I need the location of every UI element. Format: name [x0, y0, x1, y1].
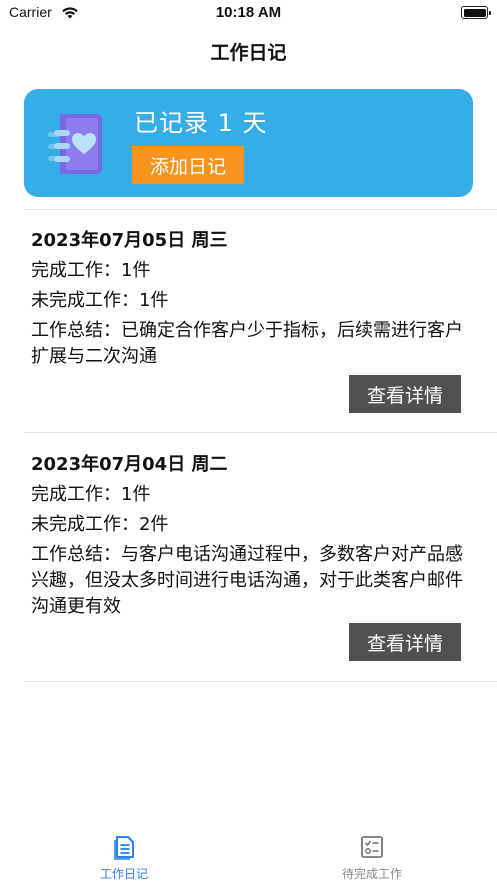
checklist-icon [361, 836, 383, 858]
tab-bar: 工作日记 待完成工作 [0, 830, 497, 883]
record-summary-banner: 已记录 1 天 添加日记 [24, 89, 473, 197]
entry-date: 2023年07月05日 周三 [31, 230, 228, 251]
entry-completed-count: 完成工作：1件 [31, 484, 151, 505]
diary-icon [114, 836, 134, 860]
page-title: 工作日记 [210, 42, 287, 64]
tab-work-diary[interactable]: 工作日记 [0, 830, 248, 883]
diary-entry: 2023年07月04日 周二 完成工作：1件 未完成工作：2件 工作总结：与客户… [31, 450, 471, 620]
days-recorded-title: 已记录 1 天 [134, 109, 268, 137]
clock-time: 10:18 AM [215, 4, 282, 21]
entry-summary: 工作总结：已确定合作客户少于指标，后续需进行客户扩展与二次沟通 [31, 320, 463, 367]
status-bar: Carrier 10:18 AM [0, 0, 497, 26]
tab-pending-work[interactable]: 待完成工作 [248, 830, 496, 883]
view-details-button[interactable]: 查看详情 [349, 375, 461, 413]
divider [24, 432, 497, 433]
notebook-heart-icon [48, 114, 102, 174]
entry-date: 2023年07月04日 周二 [31, 454, 228, 475]
entry-uncompleted-count: 未完成工作：1件 [31, 290, 169, 311]
tab-label: 待完成工作 [341, 867, 402, 881]
divider [24, 681, 497, 682]
divider [24, 209, 497, 210]
entry-summary: 工作总结：与客户电话沟通过程中，多数客户对产品感兴趣，但没太多时间进行电话沟通，… [31, 544, 463, 617]
battery-icon [461, 6, 491, 19]
entry-uncompleted-count: 未完成工作：2件 [31, 514, 169, 535]
tab-label: 工作日记 [99, 867, 148, 881]
view-details-button[interactable]: 查看详情 [349, 623, 461, 661]
entry-completed-count: 完成工作：1件 [31, 260, 151, 281]
add-diary-button[interactable]: 添加日记 [132, 146, 244, 184]
diary-entry: 2023年07月05日 周三 完成工作：1件 未完成工作：1件 工作总结：已确定… [31, 226, 471, 370]
